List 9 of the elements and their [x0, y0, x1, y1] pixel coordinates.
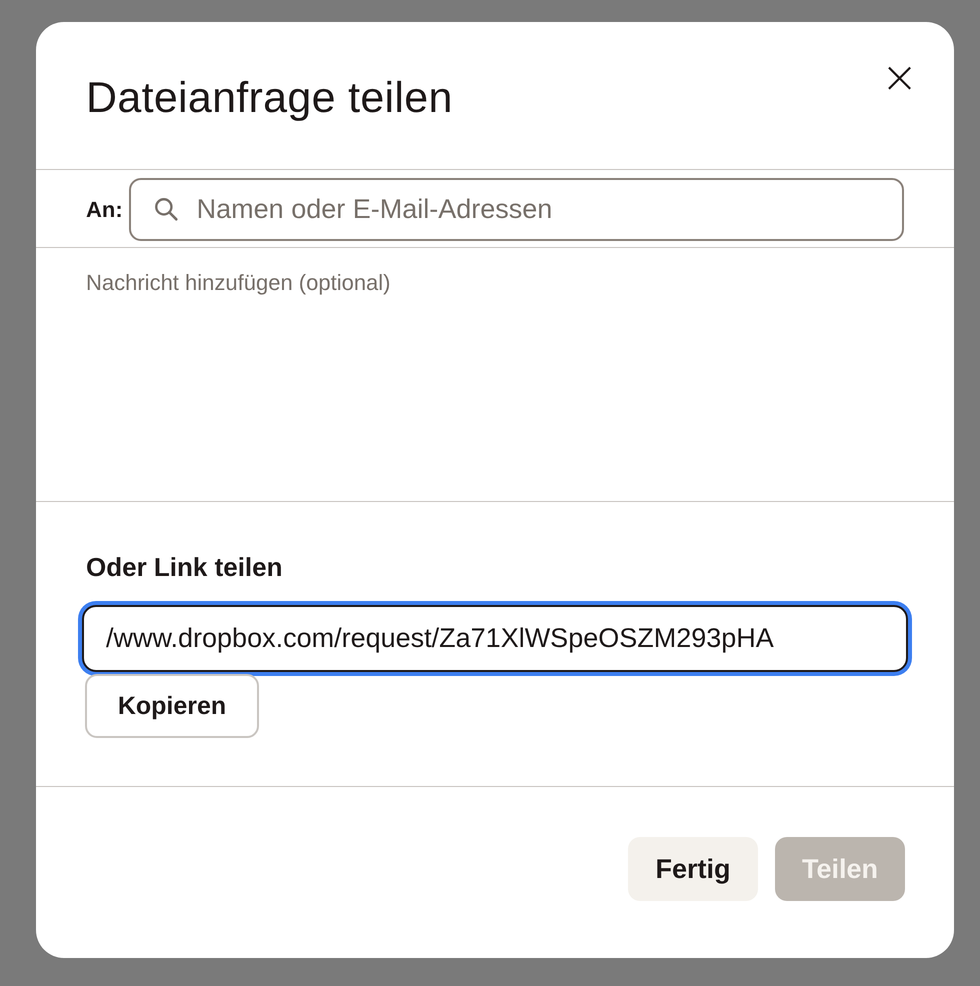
message-field[interactable]: Nachricht hinzufügen (optional)	[36, 248, 954, 502]
copy-button[interactable]: Kopieren	[85, 674, 259, 738]
section-heading: Oder Link teilen	[86, 552, 282, 583]
dialog-title: Dateianfrage teilen	[86, 74, 453, 123]
to-label: An:	[86, 196, 123, 222]
close-button[interactable]: ×	[875, 52, 924, 104]
link-field[interactable]: /www.dropbox.com/request/Za71XlWSpeOSZM293pHA	[82, 605, 908, 672]
done-button[interactable]: Fertig	[628, 837, 758, 901]
recipient-field[interactable]: Namen oder E-Mail-Adressen	[128, 178, 904, 241]
